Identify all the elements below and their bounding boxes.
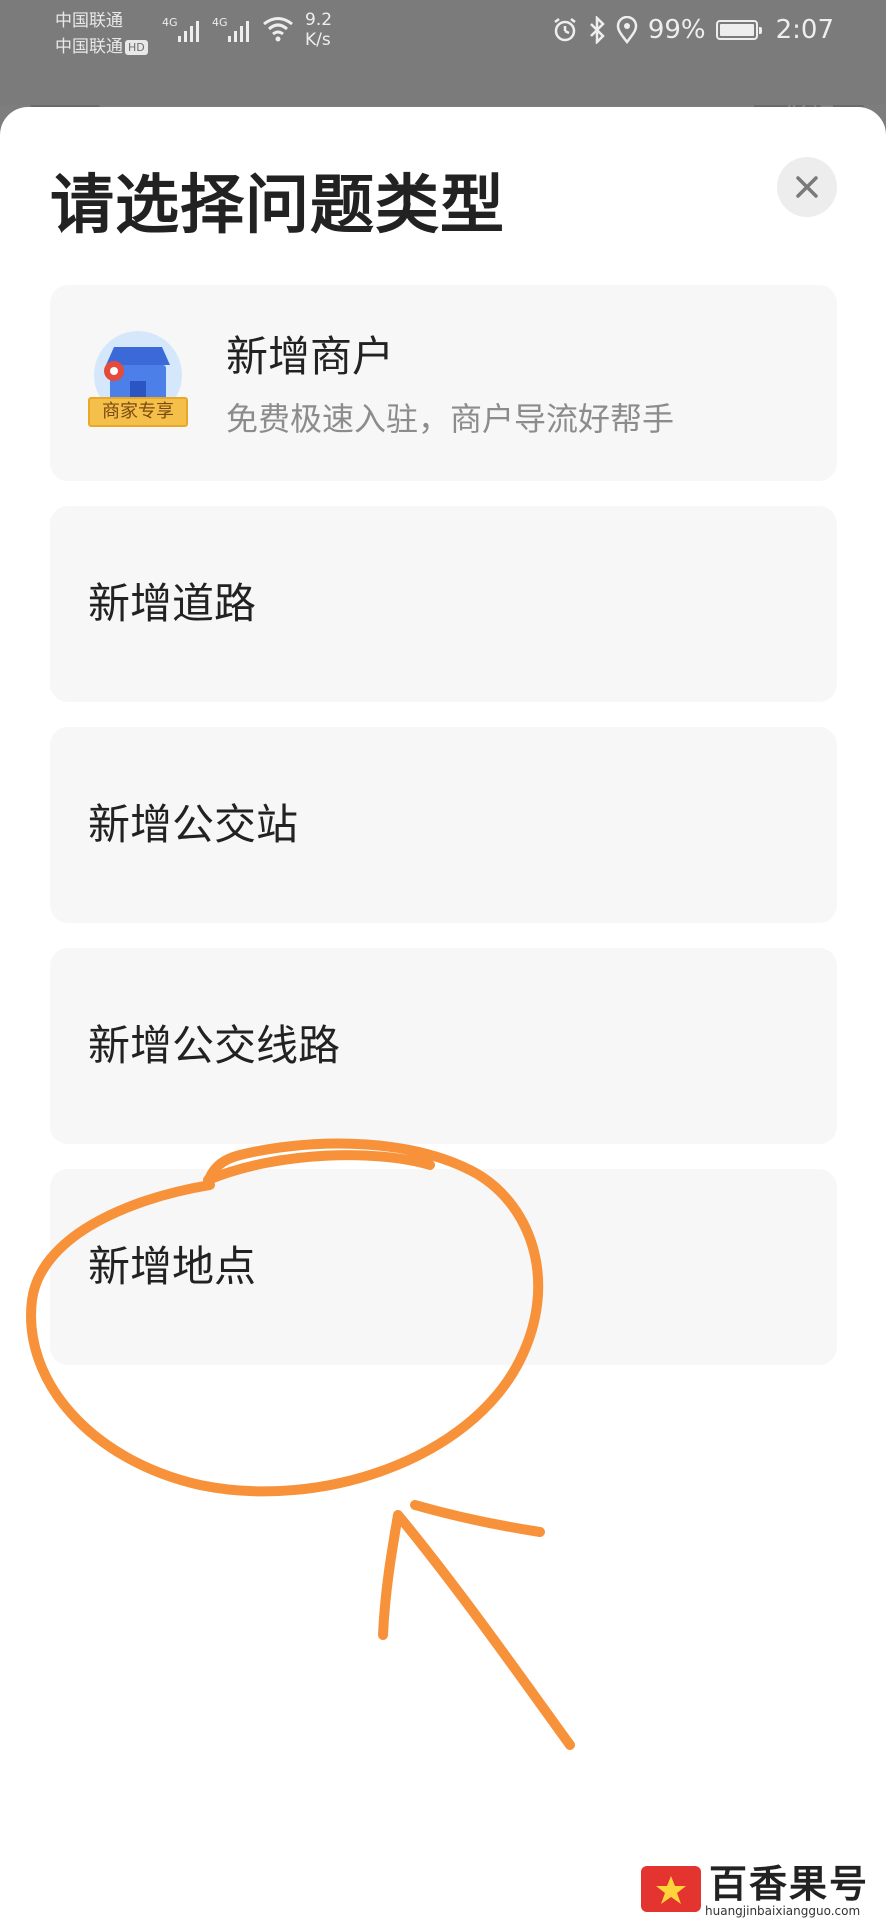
carrier-info: 中国联通 中国联通 HD (55, 8, 148, 60)
location-icon (616, 16, 638, 44)
option-subtitle: 免费极速入驻，商户导流好帮手 (226, 400, 675, 438)
option-add-bus-stop[interactable]: 新增公交站 (50, 727, 837, 923)
option-label: 新增商户 (226, 332, 395, 381)
battery-icon (715, 20, 762, 40)
option-add-merchant[interactable]: 商家专享 新增商户 免费极速入驻，商户导流好帮手 (50, 285, 837, 481)
bluetooth-icon (589, 16, 605, 44)
sheet-title: 请选择问题类型 (50, 169, 505, 243)
option-add-road[interactable]: 新增道路 (50, 506, 837, 702)
store-icon: 商家专享 (88, 331, 188, 441)
battery-percent: 99% (647, 15, 706, 45)
signal-icon-2 (228, 21, 249, 42)
carrier-1: 中国联通 (55, 11, 123, 31)
hd-badge: HD (125, 39, 148, 55)
option-label: 新增地点 (88, 1242, 257, 1291)
option-add-place[interactable]: 新增地点 (50, 1169, 837, 1365)
watermark: 百香果号 huangjinbaixiangguo.com (637, 1862, 877, 1918)
carrier-2-label: 中国联通 (55, 37, 123, 57)
watermark-url: huangjinbaixiangguo.com (705, 1904, 861, 1918)
carrier-2: 中国联通 HD (55, 34, 148, 60)
speed-value: 9.2 (305, 10, 333, 30)
watermark-logo (641, 1866, 701, 1912)
option-label: 新增公交站 (88, 800, 299, 849)
status-indicators: 99% 2:07 (552, 12, 834, 48)
network-speed: 9.2 K/s (305, 10, 332, 50)
close-button[interactable] (777, 157, 837, 217)
wifi-icon (263, 17, 293, 42)
alarm-icon (554, 18, 576, 42)
option-label: 新增道路 (88, 579, 257, 628)
option-label: 新增公交线路 (88, 1021, 341, 1070)
watermark-name: 百香果号 (709, 1862, 870, 1906)
close-icon (796, 176, 818, 198)
star-icon (656, 1876, 686, 1904)
option-add-bus-route[interactable]: 新增公交线路 (50, 948, 837, 1144)
merchant-exclusive-badge: 商家专享 (88, 397, 188, 427)
speed-unit: K/s (305, 30, 331, 50)
clock: 2:07 (775, 15, 834, 45)
signal-icon (178, 21, 199, 42)
status-bar: 中国联通 中国联通 HD 4G 4G 9.2 K/s 99% 2:07 (0, 0, 886, 105)
